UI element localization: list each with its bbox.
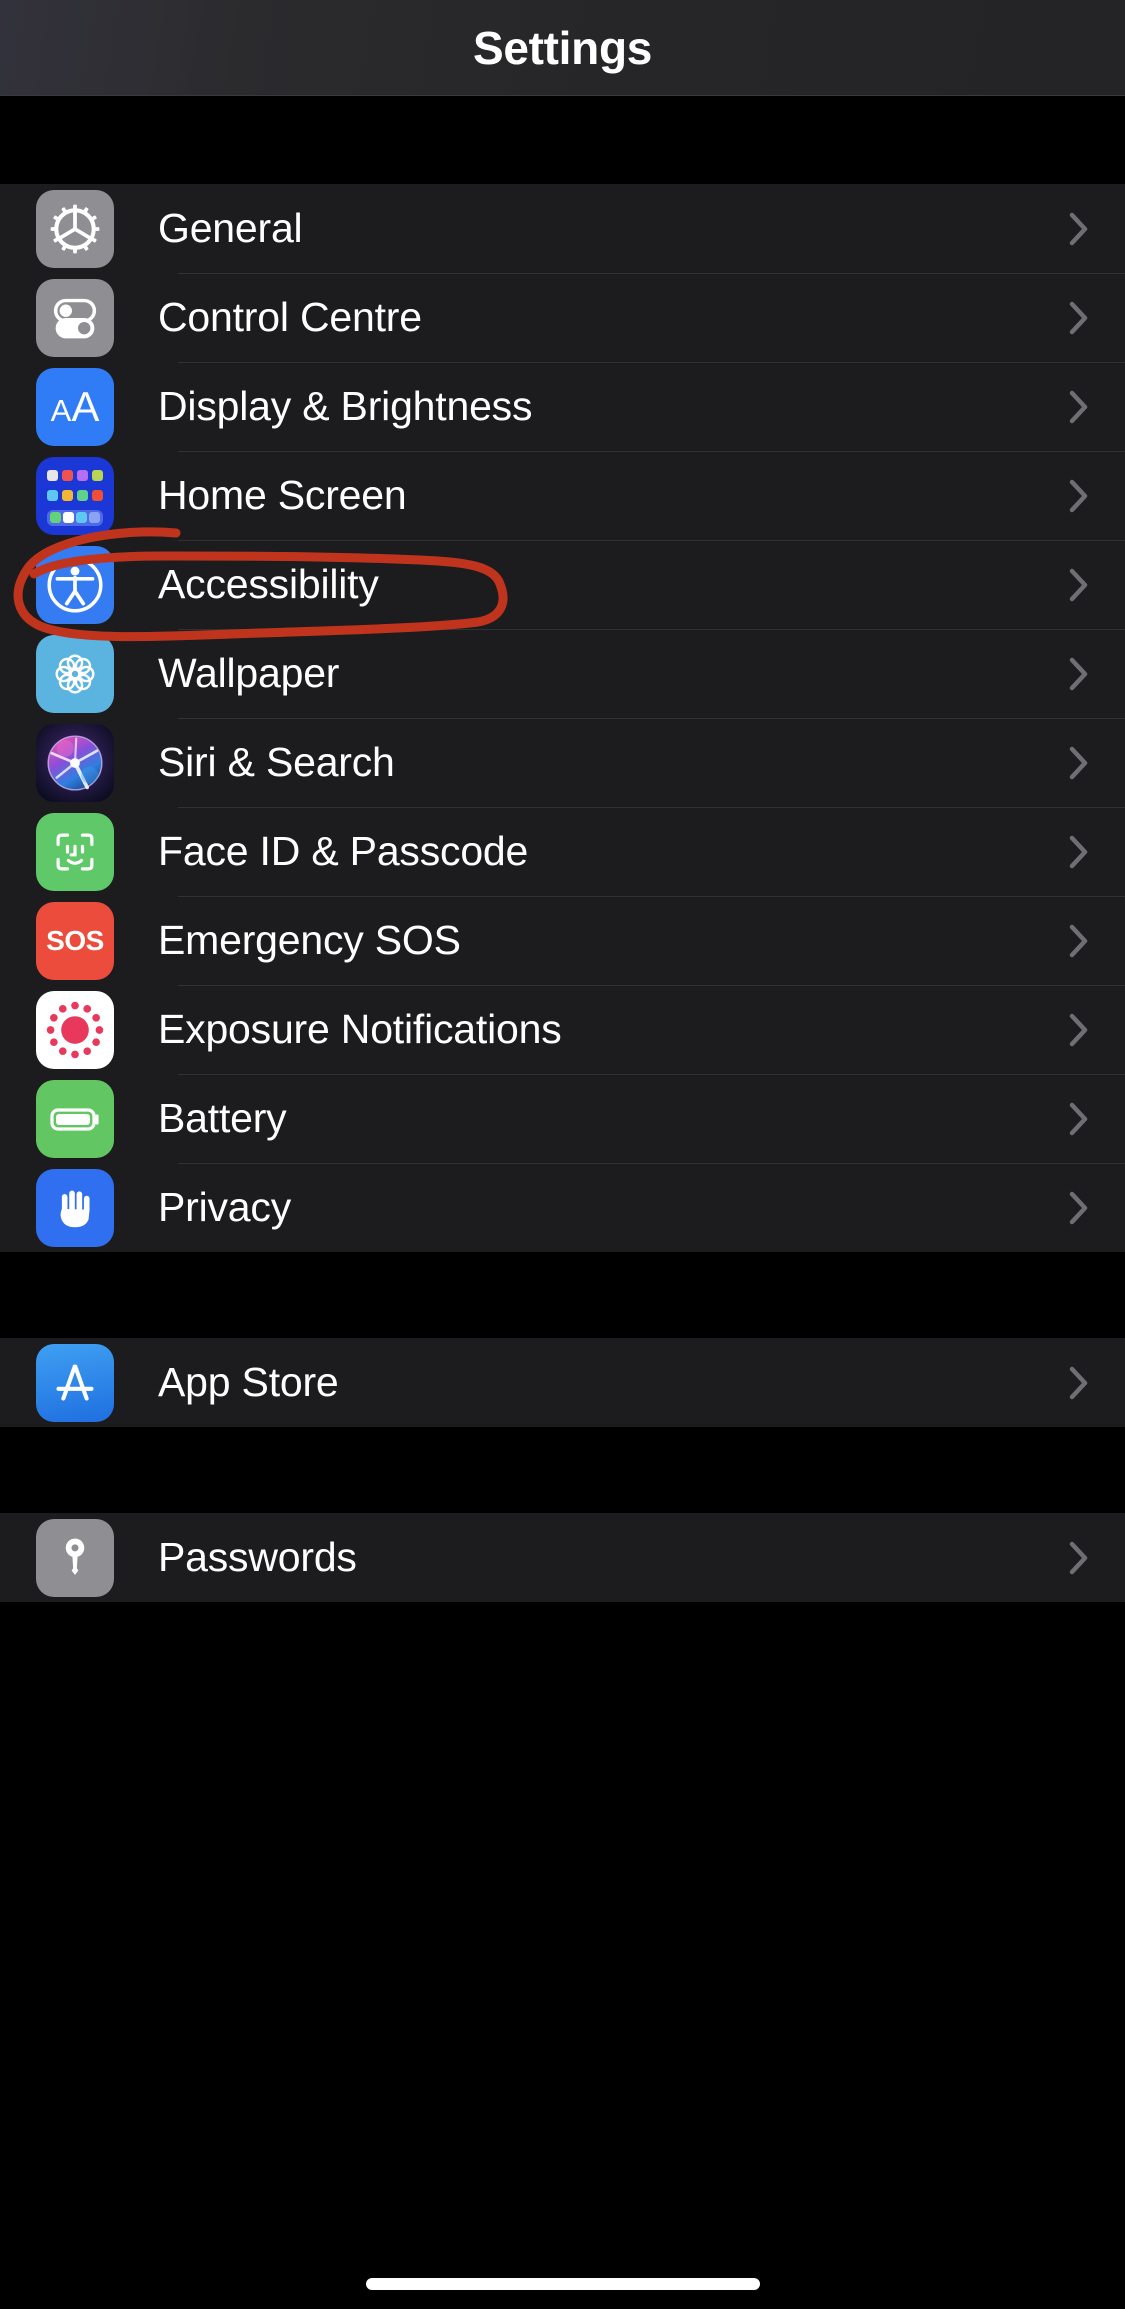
home-screen-grid-icon xyxy=(36,456,114,535)
settings-row-label: App Store xyxy=(158,1359,339,1405)
siri-orb-icon xyxy=(36,723,114,802)
accessibility-person-icon xyxy=(36,545,114,624)
settings-row-label: Control Centre xyxy=(158,294,422,340)
settings-row-siri-search[interactable]: Siri & Search xyxy=(0,718,1125,807)
settings-row-label: Home Screen xyxy=(158,472,407,518)
exposure-notifications-icon xyxy=(36,990,114,1069)
chevron-right-icon xyxy=(1069,657,1089,691)
battery-icon xyxy=(36,1079,114,1158)
settings-row-display-brightness[interactable]: AA Display & Brightness xyxy=(0,362,1125,451)
system-group: General Control Centre AA Display & Brig… xyxy=(0,184,1125,1252)
gear-icon xyxy=(36,189,114,268)
chevron-right-icon xyxy=(1069,1541,1089,1575)
store-group: App Store xyxy=(0,1338,1125,1427)
toggles-icon xyxy=(36,278,114,357)
settings-screen: Settings General Control Centre AA Displ… xyxy=(0,0,1125,2309)
chevron-right-icon xyxy=(1069,390,1089,424)
sos-label: SOS xyxy=(46,924,104,956)
settings-row-label: Emergency SOS xyxy=(158,917,461,963)
settings-row-accessibility[interactable]: Accessibility xyxy=(0,540,1125,629)
chevron-right-icon xyxy=(1069,924,1089,958)
chevron-right-icon xyxy=(1069,479,1089,513)
face-id-icon xyxy=(36,812,114,891)
settings-row-emergency-sos[interactable]: SOS Emergency SOS xyxy=(0,896,1125,985)
page-title: Settings xyxy=(472,21,653,74)
chevron-right-icon xyxy=(1069,1366,1089,1400)
settings-row-face-id-passcode[interactable]: Face ID & Passcode xyxy=(0,807,1125,896)
settings-row-label: Passwords xyxy=(158,1534,357,1580)
section-gap-1 xyxy=(0,1252,1125,1338)
display-brightness-icon: AA xyxy=(36,367,114,446)
settings-row-home-screen[interactable]: Home Screen xyxy=(0,451,1125,540)
settings-row-label: Wallpaper xyxy=(158,650,340,696)
settings-row-general[interactable]: General xyxy=(0,184,1125,273)
settings-row-battery[interactable]: Battery xyxy=(0,1074,1125,1163)
settings-row-exposure-notifications[interactable]: Exposure Notifications xyxy=(0,985,1125,1074)
section-gap-2 xyxy=(0,1427,1125,1513)
passwords-group: Passwords xyxy=(0,1513,1125,1602)
settings-row-label: Siri & Search xyxy=(158,739,395,785)
settings-row-app-store[interactable]: App Store xyxy=(0,1338,1125,1427)
sos-icon: SOS xyxy=(36,901,114,980)
wallpaper-flower-icon xyxy=(36,634,114,713)
settings-row-wallpaper[interactable]: Wallpaper xyxy=(0,629,1125,718)
chevron-right-icon xyxy=(1069,1102,1089,1136)
settings-row-label: Display & Brightness xyxy=(158,383,533,429)
settings-row-label: Face ID & Passcode xyxy=(158,828,529,874)
chevron-right-icon xyxy=(1069,212,1089,246)
chevron-right-icon xyxy=(1069,1013,1089,1047)
app-store-icon xyxy=(36,1343,114,1422)
settings-row-label: Exposure Notifications xyxy=(158,1006,562,1052)
chevron-right-icon xyxy=(1069,301,1089,335)
aa-glyph: AA xyxy=(50,382,100,430)
key-icon xyxy=(36,1518,114,1597)
settings-row-label: General xyxy=(158,205,303,251)
home-indicator xyxy=(365,2278,760,2290)
settings-row-passwords[interactable]: Passwords xyxy=(0,1513,1125,1602)
privacy-hand-icon xyxy=(36,1168,114,1247)
top-gap xyxy=(0,96,1125,184)
settings-row-control-centre[interactable]: Control Centre xyxy=(0,273,1125,362)
chevron-right-icon xyxy=(1069,835,1089,869)
settings-row-label: Accessibility xyxy=(158,561,379,607)
settings-row-label: Privacy xyxy=(158,1184,292,1230)
navigation-bar: Settings xyxy=(0,0,1125,96)
settings-row-privacy[interactable]: Privacy xyxy=(0,1163,1125,1252)
settings-row-label: Battery xyxy=(158,1095,287,1141)
chevron-right-icon xyxy=(1069,746,1089,780)
chevron-right-icon xyxy=(1069,1191,1089,1225)
chevron-right-icon xyxy=(1069,568,1089,602)
